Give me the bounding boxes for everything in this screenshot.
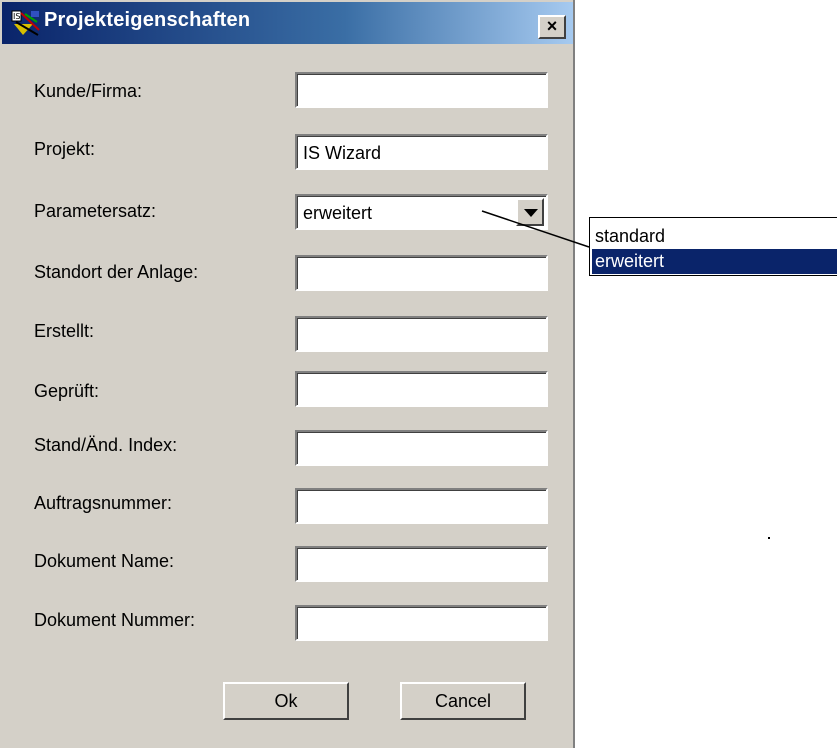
kunde-firma-field[interactable] [295, 72, 548, 108]
label-projekt: Projekt: [34, 139, 96, 159]
title-bar[interactable]: IS Projekteigenschaften × [2, 2, 573, 44]
projekt-field[interactable]: IS Wizard [295, 134, 548, 170]
label-geprueft: Geprüft: [34, 381, 100, 401]
auftragsnummer-field[interactable] [295, 488, 548, 524]
project-properties-dialog: IS Projekteigenschaften × Kunde/Firma: P… [0, 0, 575, 748]
cancel-button[interactable]: Cancel [400, 682, 526, 720]
parametersatz-options-list: standard erweitert [589, 217, 837, 276]
dokument-nummer-field[interactable] [295, 605, 548, 641]
label-stand-aend-index: Stand/Änd. Index: [34, 435, 178, 455]
parametersatz-select[interactable]: erweitert [295, 194, 548, 230]
dokument-name-field[interactable] [295, 546, 548, 582]
label-parametersatz: Parametersatz: [34, 201, 157, 221]
svg-text:IS: IS [13, 12, 20, 21]
window-title: Projekteigenschaften [44, 9, 251, 31]
close-icon: × [546, 16, 558, 36]
parametersatz-value: erweitert [303, 203, 373, 223]
label-erstellt: Erstellt: [34, 321, 95, 341]
label-kunde-firma: Kunde/Firma: [34, 81, 143, 101]
label-auftragsnummer: Auftragsnummer: [34, 493, 173, 513]
stray-dot [768, 537, 770, 539]
label-dokument-nummer: Dokument Nummer: [34, 610, 196, 630]
erstellt-field[interactable] [295, 316, 548, 352]
chevron-down-icon[interactable] [516, 198, 544, 226]
option-standard[interactable]: standard [592, 224, 837, 249]
option-erweitert[interactable]: erweitert [592, 249, 837, 274]
geprueft-field[interactable] [295, 371, 548, 407]
standort-field[interactable] [295, 255, 548, 291]
stand-aend-index-field[interactable] [295, 430, 548, 466]
ok-button[interactable]: Ok [223, 682, 349, 720]
app-icon: IS [11, 10, 41, 36]
label-dokument-name: Dokument Name: [34, 551, 175, 571]
label-standort: Standort der Anlage: [34, 262, 199, 282]
close-button[interactable]: × [538, 15, 566, 39]
